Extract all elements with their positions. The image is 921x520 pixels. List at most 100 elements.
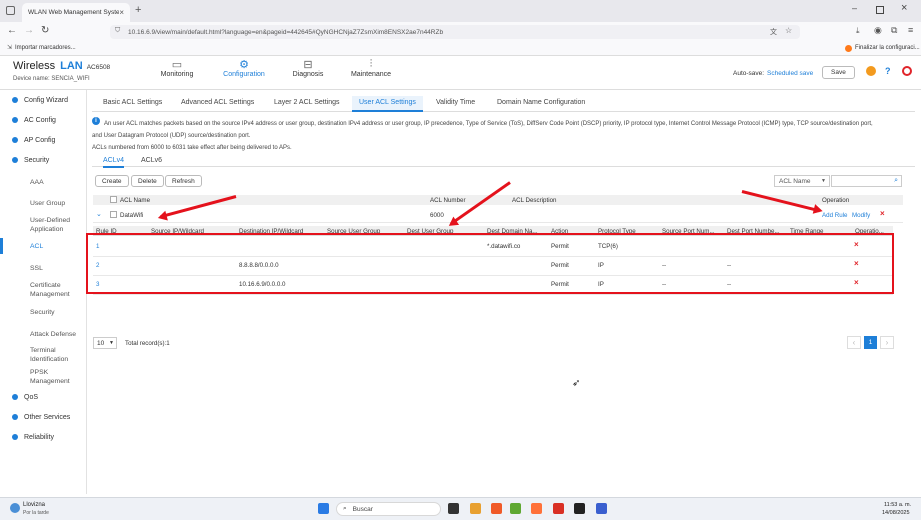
maximize-icon[interactable]	[876, 6, 884, 14]
autosave-label: Auto-save:	[733, 70, 765, 77]
sidebar-item-security[interactable]: Security	[12, 157, 49, 164]
nav-diagnosis-label: Diagnosis	[292, 71, 324, 78]
app-icon[interactable]	[470, 503, 481, 514]
download-icon[interactable]: ⤓	[856, 26, 860, 36]
acl-header-description: ACL Description	[512, 197, 557, 204]
sidebar-item-config-wizard[interactable]: Config Wizard	[12, 97, 68, 104]
app-icon[interactable]	[596, 503, 607, 514]
forward-icon[interactable]: →	[24, 25, 34, 36]
search-input[interactable]: ⌕	[831, 175, 902, 187]
sidebar-item-attack-defense[interactable]: Attack Defense	[30, 330, 76, 339]
browser-tab[interactable]: WLAN Web Management System ×	[22, 3, 130, 22]
reload-icon[interactable]: ↻	[41, 25, 49, 36]
refresh-button[interactable]: Refresh	[165, 175, 202, 187]
close-window-icon[interactable]: ×	[901, 2, 907, 14]
sidebar-item-label: Other Services	[24, 414, 71, 421]
sidebar-item-user-defined-application[interactable]: User-Defined Application	[30, 216, 80, 234]
sidebar-item-ap-config[interactable]: AP Config	[12, 137, 55, 144]
task-view-icon[interactable]	[448, 503, 459, 514]
tab-validity-time[interactable]: Validity Time	[436, 96, 475, 112]
address-bar[interactable]: ⛉ 10.16.6.9/view/main/default.html?langu…	[110, 25, 800, 39]
tab-advanced-acl[interactable]: Advanced ACL Settings	[181, 96, 254, 112]
weather-title: Llovizna	[23, 502, 46, 508]
prev-page-icon[interactable]: ‹	[847, 336, 861, 349]
app-icon[interactable]	[510, 503, 521, 514]
tab-basic-acl[interactable]: Basic ACL Settings	[103, 96, 162, 112]
windows-start-icon[interactable]	[318, 503, 329, 514]
active-item-marker	[0, 238, 3, 254]
sidebar-item-aaa[interactable]: AAA	[30, 178, 44, 187]
import-bookmarks-link[interactable]: Importar marcadores...	[15, 45, 76, 51]
clock-date[interactable]: 14/08/2025	[882, 510, 910, 516]
next-page-icon[interactable]: ›	[880, 336, 894, 349]
acl-table-row[interactable]	[93, 207, 903, 223]
brave-icon[interactable]	[491, 503, 502, 514]
tab-domain-name[interactable]: Domain Name Configuration	[497, 96, 585, 112]
current-page-button[interactable]: 1	[864, 336, 877, 349]
taskbar-search[interactable]: ⌕ Buscar	[336, 502, 441, 516]
tab-aclv6[interactable]: ACLv6	[141, 157, 162, 164]
add-rule-link[interactable]: Add Rule	[822, 212, 847, 219]
sidebar-item-terminal-identification[interactable]: Terminal Identification	[30, 346, 80, 364]
new-tab-icon[interactable]: +	[135, 4, 141, 16]
acl-row-checkbox[interactable]	[110, 211, 117, 218]
delete-button[interactable]: Delete	[131, 175, 164, 187]
delete-acl-icon[interactable]: ×	[880, 209, 885, 218]
sidebar-item-other-services[interactable]: Other Services	[12, 414, 70, 421]
sidebar-item-security-sub[interactable]: Security	[30, 308, 55, 317]
nav-maintenance[interactable]: ⫶ Maintenance	[349, 58, 393, 78]
brand: Wireless LAN AC6508	[13, 60, 110, 72]
sidebar-item-ppsk-management[interactable]: PPSK Management	[30, 368, 80, 386]
create-button[interactable]: Create	[95, 175, 129, 187]
tab-layer2-acl[interactable]: Layer 2 ACL Settings	[274, 96, 340, 112]
sidebar-item-acl[interactable]: ACL	[30, 242, 43, 251]
filter-select[interactable]: ACL Name ▼	[774, 175, 830, 187]
acl-version-tabs	[92, 166, 915, 167]
url-text: 10.16.6.9/view/main/default.html?languag…	[128, 28, 444, 36]
close-tab-icon[interactable]: ×	[119, 8, 124, 17]
tab-user-acl[interactable]: User ACL Settings	[352, 96, 423, 112]
mouse-cursor-icon: ➶	[572, 378, 581, 389]
sidebar-item-certificate-management[interactable]: Certificate Management	[30, 281, 80, 299]
extensions-icon[interactable]: ⧉	[891, 25, 897, 36]
finish-config-link[interactable]: Finalizar la configuraci...	[855, 45, 920, 51]
terminal-icon[interactable]	[574, 503, 585, 514]
info-line-1: An user ACL matches packets based on the…	[104, 121, 873, 127]
account-icon[interactable]: ◉	[874, 25, 882, 36]
modify-link[interactable]: Modify	[852, 212, 870, 219]
tab-list-icon[interactable]	[6, 6, 15, 15]
minimize-icon[interactable]: –	[852, 3, 857, 13]
nav-diagnosis[interactable]: ⊟ Diagnosis	[290, 58, 326, 78]
taskbar-search-label: Buscar	[352, 505, 373, 513]
firefox-icon[interactable]	[531, 503, 542, 514]
page-size-select[interactable]: 10 ▼	[93, 337, 117, 349]
weather-icon[interactable]	[10, 503, 20, 513]
firefox-icon	[845, 45, 852, 52]
scheduled-save-link[interactable]: Scheduled save	[767, 70, 813, 77]
help-icon[interactable]: ?	[885, 66, 891, 76]
save-button[interactable]: Save	[822, 66, 855, 79]
security-icon	[12, 157, 18, 164]
sidebar-item-ssl[interactable]: SSL	[30, 264, 43, 273]
device-name: Device name: SENCIA_WIFI	[13, 76, 90, 82]
acl-header-checkbox[interactable]	[110, 196, 117, 203]
tab-aclv4[interactable]: ACLv4	[103, 157, 125, 168]
app-icon[interactable]	[553, 503, 564, 514]
menu-icon[interactable]: ≡	[908, 25, 913, 35]
sidebar-item-qos[interactable]: QoS	[12, 394, 38, 401]
nav-configuration[interactable]: ⚙ Configuration	[220, 58, 268, 78]
clock-time[interactable]: 11:53 a. m.	[884, 502, 911, 508]
ac-config-icon	[12, 117, 18, 124]
back-icon[interactable]: ←	[7, 25, 17, 36]
sidebar-item-ac-config[interactable]: AC Config	[12, 117, 56, 124]
logout-icon[interactable]	[902, 66, 912, 76]
nav-monitoring[interactable]: ▭ Monitoring	[158, 58, 196, 78]
expand-row-icon[interactable]: ⌄	[96, 210, 102, 218]
nav-configuration-label: Configuration	[223, 71, 265, 78]
search-icon[interactable]: ⌕	[894, 177, 898, 185]
notification-icon[interactable]	[866, 66, 876, 76]
translate-icon[interactable]: 文	[770, 27, 777, 37]
sidebar-item-user-group[interactable]: User Group	[30, 199, 65, 208]
star-icon[interactable]: ☆	[785, 26, 792, 35]
sidebar-item-reliability[interactable]: Reliability	[12, 434, 54, 441]
